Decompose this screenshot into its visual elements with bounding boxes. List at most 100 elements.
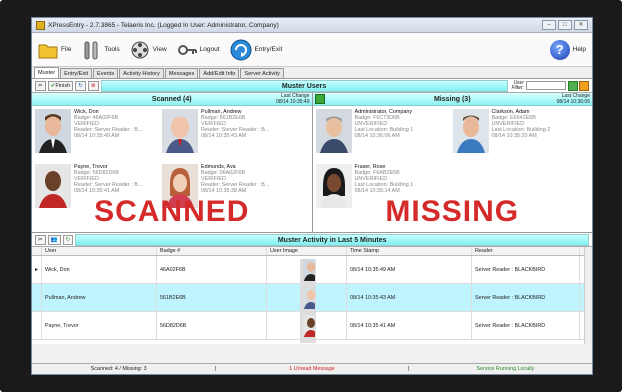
row-pointer-spacer (32, 283, 42, 312)
activity-people-button[interactable]: 👥 (47, 234, 61, 245)
refresh-arrow-icon (230, 39, 252, 60)
tools-small-button[interactable]: ✂ (35, 80, 46, 91)
wrench-icon (84, 41, 98, 59)
scanned-banner: SCANNED (94, 195, 250, 228)
missing-last-change-value: 08/14 10:36:06 (556, 98, 590, 105)
refresh-icon: ↻ (78, 82, 83, 89)
column-header-badge[interactable]: Badge # (157, 247, 267, 255)
people-icon: 👥 (50, 236, 58, 243)
person-time: 08/14 10:35:41 AM (74, 188, 120, 194)
refresh-button[interactable]: ↻ (75, 80, 86, 91)
missing-go-icon[interactable] (314, 94, 325, 104)
cell-reader: Server Reader : BLACKBIRD (472, 311, 580, 340)
maximize-button[interactable]: □ (558, 20, 572, 30)
row-header-spacer (32, 247, 42, 255)
cancel-icon: ⊗ (90, 82, 96, 89)
folder-icon (38, 44, 58, 58)
missing-banner: MISSING (385, 195, 520, 228)
file-button[interactable]: File (38, 41, 71, 59)
user-photo (452, 109, 489, 153)
table-row[interactable]: Pullman, Andrew 561B2E6B 08/14 10:35:43 … (32, 283, 592, 315)
cell-badge: 561B2E6B (157, 283, 267, 312)
cell-reader: Server Reader : BLACKBIRD (472, 283, 580, 312)
column-header-image[interactable]: User Image (267, 247, 347, 255)
user-filter: User Filter: (511, 80, 589, 91)
status-messages[interactable]: 1 Unread Message (225, 366, 398, 372)
minimize-button[interactable]: – (542, 20, 556, 30)
activity-title: Muster Activity in Last 5 Minutes (75, 233, 589, 246)
entry-exit-button[interactable]: Entry/Exit (230, 39, 283, 61)
missing-header: Missing (3) Last Change 08/14 10:36:06 (312, 93, 592, 106)
finish-button[interactable]: ✔ Finish (47, 80, 74, 91)
tab-activity-history[interactable]: Activity History (119, 68, 164, 78)
activity-toolbar: ✂ 👥 ↻ Muster Activity in Last 5 Minutes (32, 233, 592, 247)
entry-exit-label: Entry/Exit (254, 46, 283, 53)
tools-button[interactable]: Tools (81, 39, 120, 61)
column-header-reader[interactable]: Reader (472, 247, 580, 255)
activity-refresh-button[interactable]: ↻ (62, 234, 74, 245)
app-icon (36, 20, 45, 30)
tab-events[interactable]: Events (93, 68, 119, 78)
scanned-header: Scanned (4) Last Change 08/14 10:35:49 (32, 93, 312, 106)
column-header-user[interactable]: User (42, 247, 157, 255)
tools-small-icon: ✂ (38, 236, 43, 243)
person-time: 08/14 10:35:49 AM (74, 133, 120, 139)
person-time: 08/14 10:35:14 AM (354, 188, 400, 194)
person-time: 08/14 10:35:20 AM (491, 133, 537, 139)
table-row[interactable]: ▸ Wick, Don 46A02F6B 08/14 10:35:49 AM S… (32, 255, 592, 287)
user-photo (162, 109, 198, 153)
tab-add-edit-info[interactable]: Add/Edit Info (199, 68, 240, 78)
scanned-cards: Wick, Don Badge: 46A02F6B VERIFIED Reader: … (32, 106, 312, 232)
cell-image (267, 283, 347, 315)
scanned-pane: Scanned (4) Last Change 08/14 10:35:49 Wi… (32, 93, 313, 232)
tools-small-icon: ✂ (38, 82, 43, 89)
person-time: 08/14 10:35:43 AM (201, 133, 247, 139)
film-reel-icon (131, 41, 149, 58)
vertical-scrollbar[interactable] (584, 247, 592, 344)
missing-card[interactable]: Administrator, Company Badge: F6C73D6B UNV… (315, 109, 451, 153)
cancel-button[interactable]: ⊗ (87, 80, 99, 91)
cell-badge: 46A02F6B (157, 255, 267, 284)
column-header-timestamp[interactable]: Time Stamp (347, 247, 472, 255)
file-label: File (61, 46, 72, 53)
scanned-card[interactable]: Pullman, Andrew Badge: 561B2E6B VERIFIED Re… (162, 109, 297, 153)
help-button[interactable]: ? Help (549, 39, 586, 60)
view-button[interactable]: View (130, 40, 167, 60)
filter-go-icon[interactable] (568, 80, 578, 91)
view-label: View (152, 46, 167, 53)
cell-image (267, 311, 347, 343)
tab-server-activity[interactable]: Server Activity (240, 68, 284, 78)
status-service: Service Running Locally (476, 366, 535, 372)
scanned-card[interactable]: Wick, Don Badge: 46A02F6B VERIFIED Reader: … (35, 109, 170, 153)
cell-user: Pullman, Andrew (42, 283, 157, 312)
refresh-icon: ↻ (65, 236, 71, 243)
missing-cards: Administrator, Company Badge: F6C73D6B UNV… (313, 106, 593, 232)
help-label: Help (572, 46, 586, 53)
missing-card[interactable]: Clarkson, Adam Badge: E6542E6B UNVERIFIED L… (452, 109, 588, 153)
missing-last-change: Last Change 08/14 10:36:06 (556, 93, 590, 105)
toolbar: File Tools View Logout Entry/Exit ? Help (32, 33, 592, 67)
status-counts: Scanned: 4 / Missing: 3 (90, 366, 147, 372)
logout-button[interactable]: Logout (177, 42, 220, 58)
tab-muster[interactable]: Muster (34, 67, 60, 78)
cell-timestamp: 08/14 10:35:49 AM (347, 255, 472, 284)
question-mark-icon: ? (549, 39, 570, 60)
user-filter-label-2: Filter: (511, 84, 525, 91)
muster-toolbar: ✂ ✔ Finish ↻ ⊗ Muster Users User Filter: (32, 79, 592, 93)
missing-pane: Missing (3) Last Change 08/14 10:36:06 Ad… (312, 93, 593, 232)
activity-tools-button[interactable]: ✂ (35, 234, 46, 245)
window-title: XPressEntry - 2.7.3865 - Telaeris Inc. (… (48, 21, 279, 29)
missing-title: Missing (3) (433, 95, 471, 103)
close-button[interactable]: ✕ (574, 20, 588, 30)
table-row[interactable]: Payne, Trevor 56D82D6B 08/14 10:35:41 AM… (32, 311, 592, 343)
tab-messages[interactable]: Messages (164, 68, 199, 78)
filter-clear-icon[interactable] (579, 80, 589, 91)
cell-badge: 56D82D6B (157, 311, 267, 340)
muster-users-title: Muster Users (100, 79, 508, 92)
person-time: 08/14 10:36:06 AM (354, 133, 400, 139)
muster-panes: Scanned (4) Last Change 08/14 10:35:49 Wi… (32, 93, 592, 233)
tab-entry-exit[interactable]: Entry/Exit (60, 68, 93, 78)
user-photo (35, 109, 71, 153)
user-filter-input[interactable] (526, 81, 566, 90)
status-separator: | (407, 366, 410, 372)
